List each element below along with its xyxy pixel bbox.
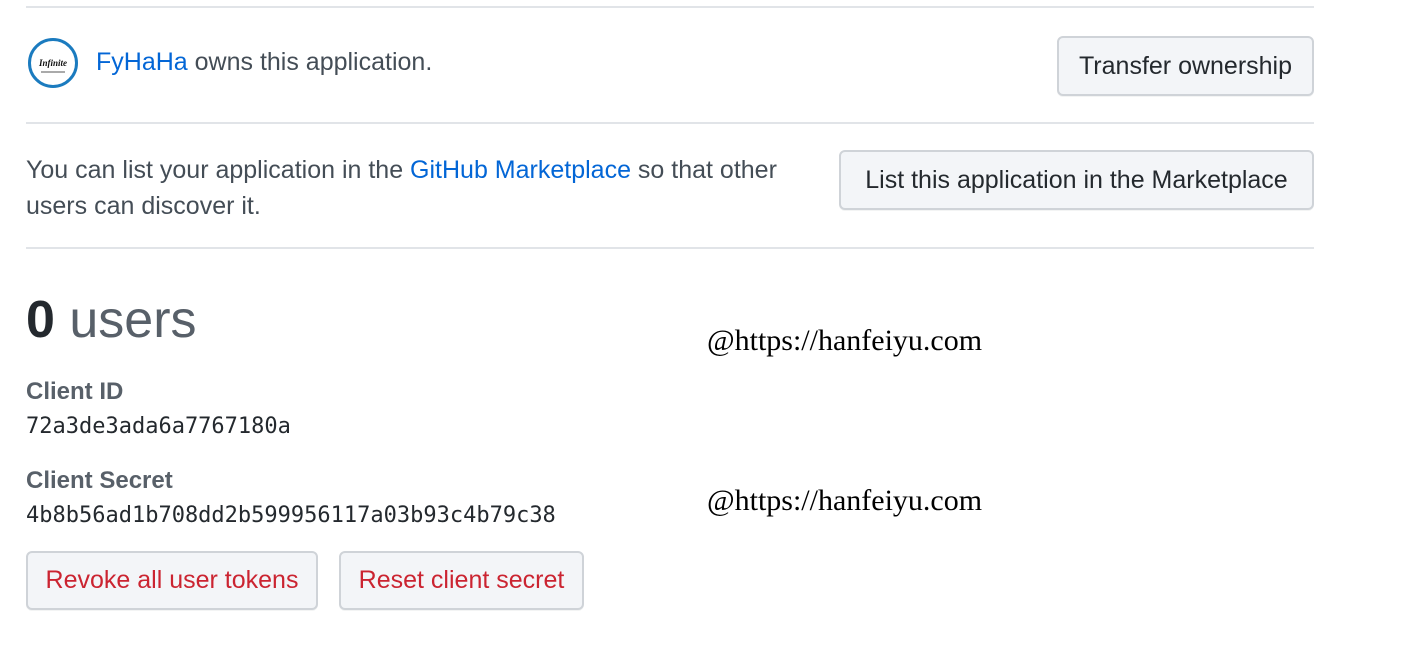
owner-avatar-logo-icon: Infinite	[38, 58, 67, 73]
client-id-value[interactable]: 72a3de3ada6a7767180a	[26, 414, 291, 439]
transfer-ownership-button[interactable]: Transfer ownership	[1057, 36, 1314, 96]
svg-text:Infinite: Infinite	[38, 58, 67, 68]
divider-owner	[26, 122, 1314, 124]
owner-line: FyHaHa owns this application.	[96, 48, 432, 77]
list-in-marketplace-button[interactable]: List this application in the Marketplace	[839, 150, 1314, 210]
users-count-heading: 0 users	[26, 288, 197, 352]
github-marketplace-link[interactable]: GitHub Marketplace	[410, 156, 631, 184]
users-label: users	[69, 291, 197, 349]
client-id-label: Client ID	[26, 378, 124, 405]
marketplace-description: You can list your application in the Git…	[26, 152, 836, 224]
owner-name-link[interactable]: FyHaHa	[96, 48, 188, 76]
top-divider	[26, 6, 1314, 8]
watermark-text-bottom: @https://hanfeiyu.com	[707, 484, 983, 517]
reset-client-secret-button[interactable]: Reset client secret	[339, 551, 584, 610]
owner-avatar[interactable]: Infinite	[28, 38, 78, 88]
owner-suffix: owns this application.	[187, 48, 433, 76]
divider-marketplace	[26, 247, 1314, 249]
users-count: 0	[26, 291, 55, 349]
client-secret-label: Client Secret	[26, 467, 173, 494]
marketplace-text-before: You can list your application in the	[26, 156, 411, 184]
client-secret-value[interactable]: 4b8b56ad1b708dd2b599956117a03b93c4b79c38	[26, 503, 556, 528]
revoke-all-user-tokens-button[interactable]: Revoke all user tokens	[26, 551, 318, 610]
watermark-text-top: @https://hanfeiyu.com	[707, 324, 983, 357]
